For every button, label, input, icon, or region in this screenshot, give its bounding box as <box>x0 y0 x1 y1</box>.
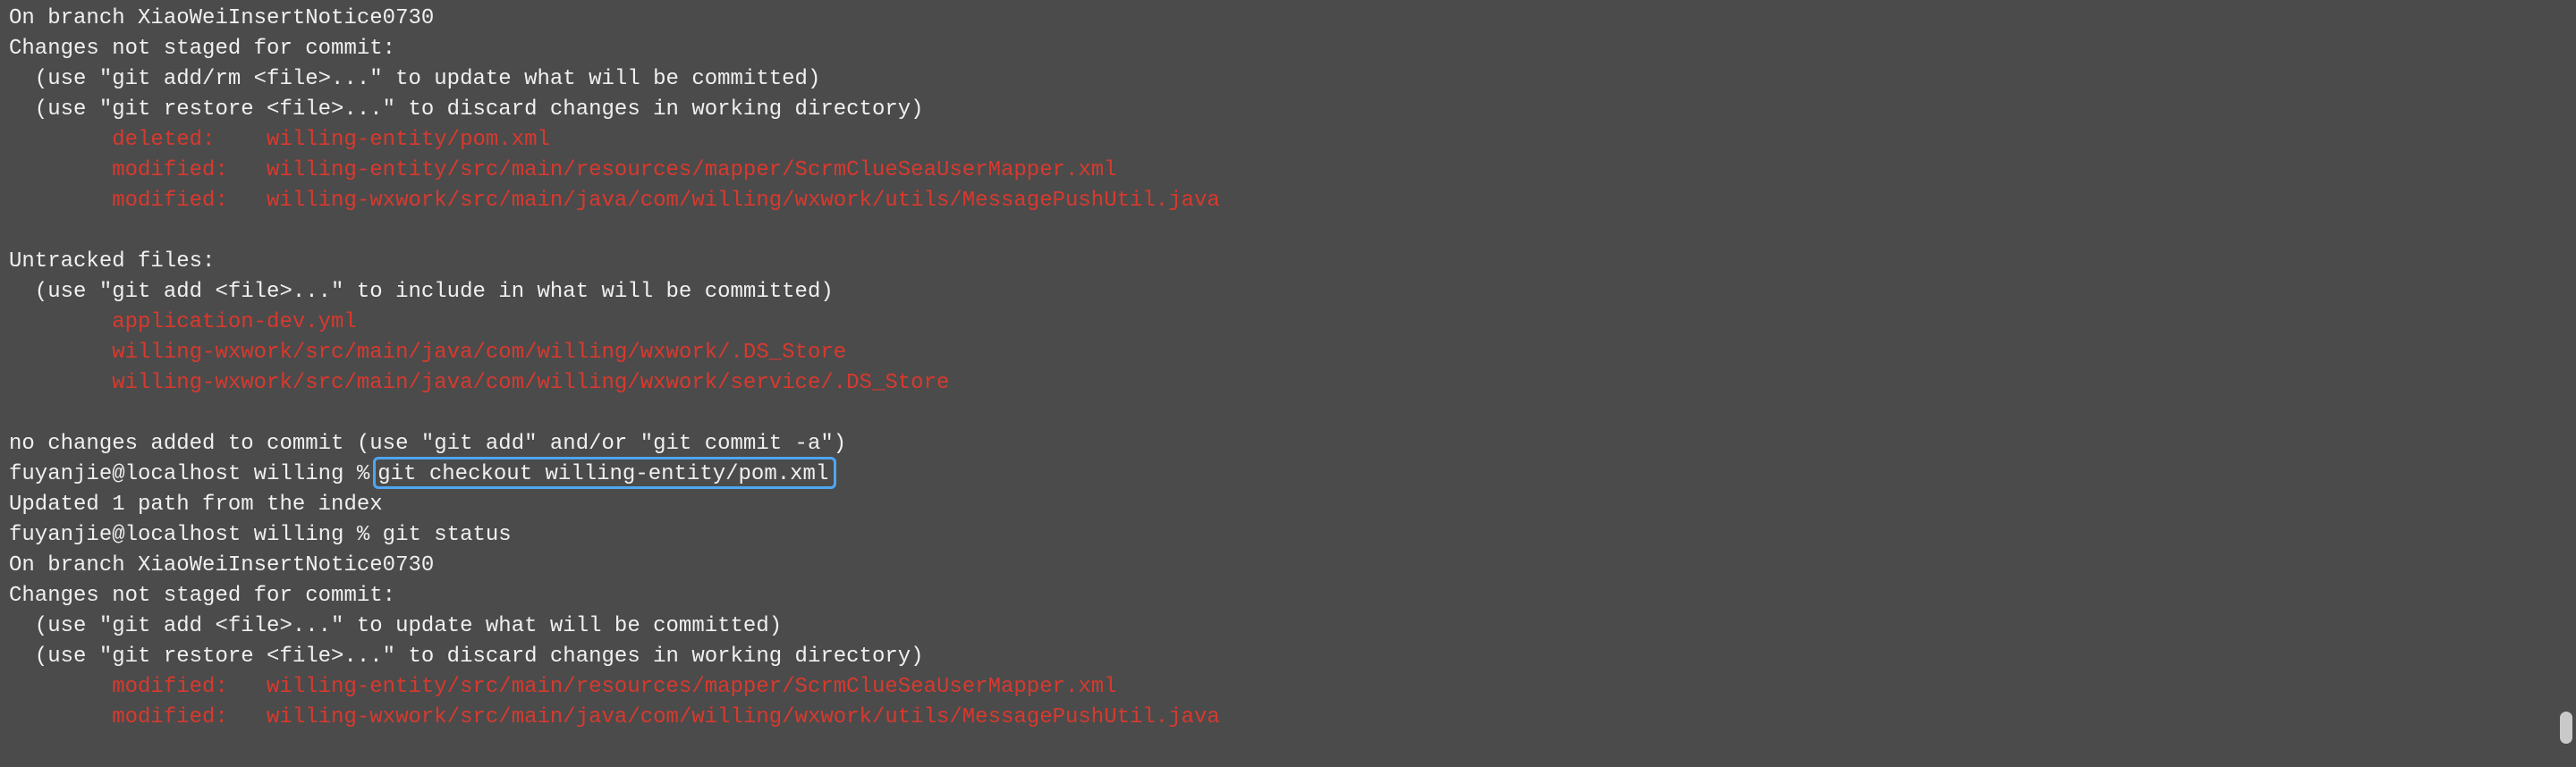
output-line: no changes added to commit (use "git add… <box>9 432 847 456</box>
highlighted-command: git checkout willing-entity/pom.xml <box>373 457 837 489</box>
output-line: On branch XiaoWeiInsertNotice0730 <box>9 553 435 577</box>
output-line: (use "git add/rm <file>..." to update wh… <box>9 67 821 91</box>
shell-prompt: fuyanjie@localhost willing % <box>9 462 370 486</box>
output-line-untracked: willing-wxwork/src/main/java/com/willing… <box>9 371 950 395</box>
output-line-deleted: deleted: willing-entity/pom.xml <box>9 128 550 152</box>
output-line: (use "git add <file>..." to include in w… <box>9 280 834 304</box>
output-line: Updated 1 path from the index <box>9 493 383 517</box>
output-line-untracked: application-dev.yml <box>9 310 357 334</box>
terminal-window[interactable]: On branch XiaoWeiInsertNotice0730 Change… <box>0 0 2576 767</box>
output-line-modified: modified: willing-wxwork/src/main/java/c… <box>9 189 1220 213</box>
output-line: Changes not staged for commit: <box>9 584 396 608</box>
output-line: (use "git restore <file>..." to discard … <box>9 645 924 669</box>
output-line-modified: modified: willing-entity/src/main/resour… <box>9 675 1117 699</box>
scrollbar-thumb[interactable] <box>2560 712 2572 744</box>
output-line-blank <box>9 216 2549 247</box>
output-line-modified: modified: willing-entity/src/main/resour… <box>9 158 1117 182</box>
output-line: (use "git restore <file>..." to discard … <box>9 97 924 122</box>
prompt-line: fuyanjie@localhost willing % git status <box>9 523 512 547</box>
output-line: On branch XiaoWeiInsertNotice0730 <box>9 6 435 30</box>
output-line-modified: modified: willing-wxwork/src/main/java/c… <box>9 705 1220 729</box>
output-line-blank <box>9 399 2549 429</box>
output-line: Untracked files: <box>9 249 216 274</box>
output-line: (use "git add <file>..." to update what … <box>9 614 783 638</box>
scrollbar[interactable] <box>2551 0 2576 767</box>
terminal-output: On branch XiaoWeiInsertNotice0730 Change… <box>9 4 2549 733</box>
output-line-untracked: willing-wxwork/src/main/java/com/willing… <box>9 341 847 365</box>
prompt-line: fuyanjie@localhost willing % git checkout… <box>9 457 2549 490</box>
output-line: Changes not staged for commit: <box>9 37 396 61</box>
